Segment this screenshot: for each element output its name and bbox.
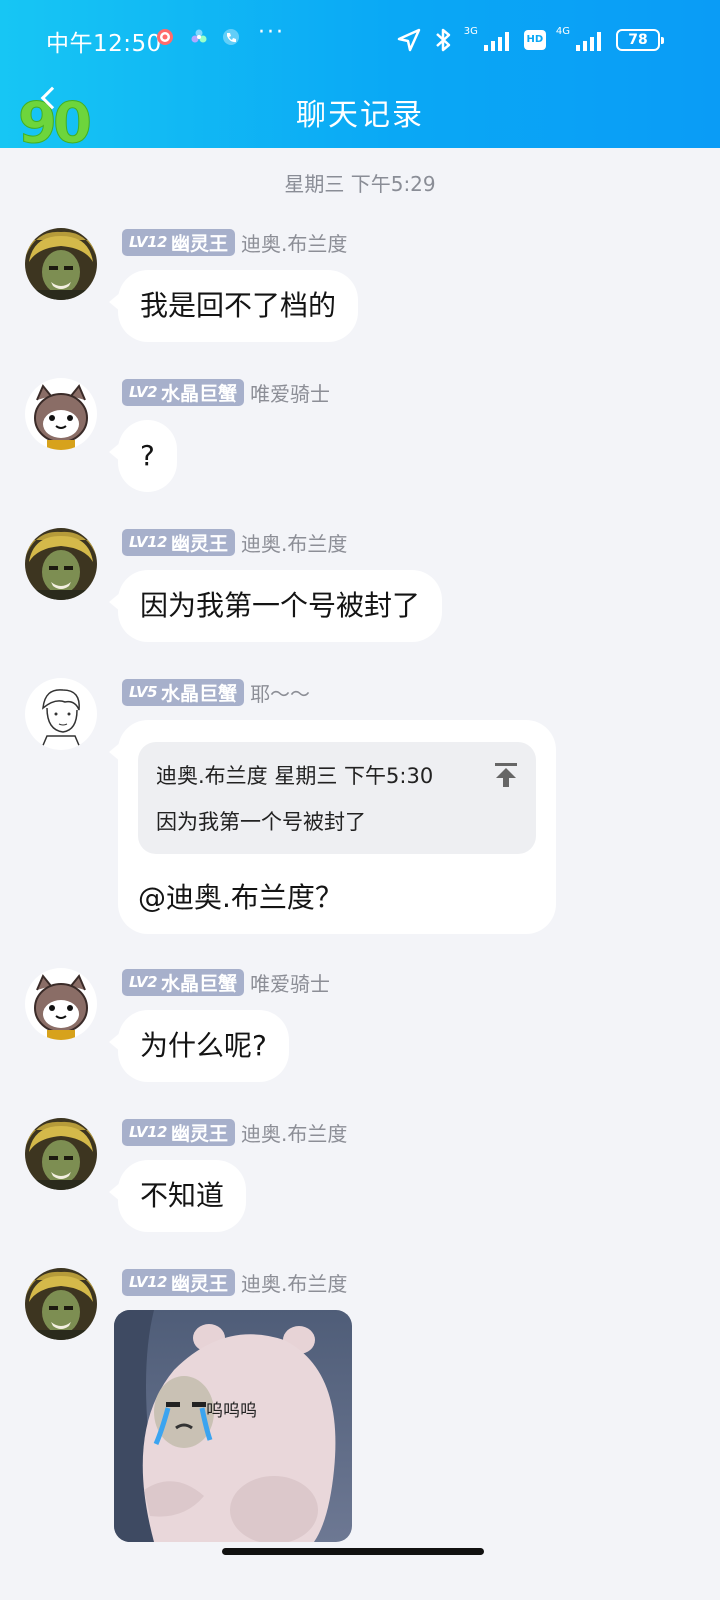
location-icon [397,28,420,52]
title-bar: 90 聊天记录 [0,80,720,152]
signal-icon-2 [576,32,601,51]
more-notifications: ··· [258,20,285,45]
avatar-dio[interactable] [25,1118,97,1190]
sticker-caption: 呜呜呜 [206,1401,257,1421]
sender-line: LV12 幽灵王 迪奥.布兰度 [122,1118,347,1146]
avatar-dio[interactable] [25,1268,97,1340]
avatar-dio[interactable] [25,528,97,600]
level-badge: LV12 幽灵王 [122,528,235,556]
quoted-message[interactable]: 迪奥.布兰度 星期三 下午5:30 因为我第一个号被封了 [138,742,536,854]
sender-line: LV12 幽灵王 迪奥.布兰度 [122,1268,347,1296]
message-bubble[interactable]: ? [109,420,177,492]
phone-app-icon [223,29,239,45]
avatar-dio[interactable] [25,228,97,300]
signal-icon [483,32,509,51]
hd-voice-badge: HD [523,30,546,50]
bluetooth-icon [435,28,450,52]
home-indicator[interactable] [222,1548,484,1555]
message-bubble[interactable]: 因为我第一个号被封了 [108,570,443,642]
sender-line: LV2 水晶巨蟹 唯爱骑士 [122,968,330,996]
sender-nickname: 耶～～ [250,681,311,706]
reply-text: @迪奥.布兰度？ [138,881,343,914]
avatar-cat[interactable] [25,968,97,1040]
avatar-cat[interactable] [25,378,97,450]
network-3g-label: 3G [463,25,478,37]
target-app-icon [157,29,173,45]
sticker-image[interactable]: 呜呜呜 [114,1310,352,1542]
sender-nickname: 迪奥.布兰度 [241,1271,348,1296]
status-time: 中午12:50 [46,31,162,57]
level-badge: LV5 水晶巨蟹 [122,678,245,706]
status-bar: 中午12:50 ··· 3G HD 4G 78 [0,0,720,80]
reply-bubble[interactable]: 迪奥.布兰度 星期三 下午5:30 因为我第一个号被封了 @迪奥.布兰度？ [109,720,556,934]
jump-to-top-icon[interactable] [494,762,518,788]
level-badge: LV12 幽灵王 [122,1268,235,1296]
battery-icon: 78 [616,29,664,51]
message-bubble[interactable]: 为什么呢? [109,1010,289,1082]
quote-header: 迪奥.布兰度 星期三 下午5:30 [156,764,434,788]
header: 中午12:50 ··· 3G HD 4G 78 90 聊天记录 [0,0,720,152]
page-title: 聊天记录 [296,98,424,133]
quote-body: 因为我第一个号被封了 [156,810,366,834]
sender-nickname: 迪奥.布兰度 [241,1121,348,1146]
sender-line: LV2 水晶巨蟹 唯爱骑士 [122,378,330,406]
level-badge: LV2 水晶巨蟹 [122,378,245,406]
message-bubble[interactable]: 我是回不了档的 [108,270,359,342]
level-badge: LV2 水晶巨蟹 [122,968,245,996]
sender-nickname: 唯爱骑士 [250,971,331,996]
level-badge: LV12 幽灵王 [122,1118,235,1146]
status-icons: 3G HD 4G 78 [396,24,664,56]
sender-line: LV12 幽灵王 迪奥.布兰度 [122,528,347,556]
sender-nickname: 唯爱骑士 [250,381,331,406]
chat-timestamp: 星期三 下午5:29 [284,172,436,196]
sender-nickname: 迪奥.布兰度 [241,531,348,556]
network-4g-label: 4G [555,25,570,37]
sender-nickname: 迪奥.布兰度 [241,231,348,256]
avatar-sketch[interactable] [25,678,97,750]
message-bubble[interactable]: 不知道 [108,1160,247,1232]
level-badge: LV12 幽灵王 [122,228,235,256]
sender-line: LV5 水晶巨蟹 耶～～ [122,678,310,706]
flower-app-icon [191,29,207,43]
sender-line: LV12 幽灵王 迪奥.布兰度 [122,228,347,256]
